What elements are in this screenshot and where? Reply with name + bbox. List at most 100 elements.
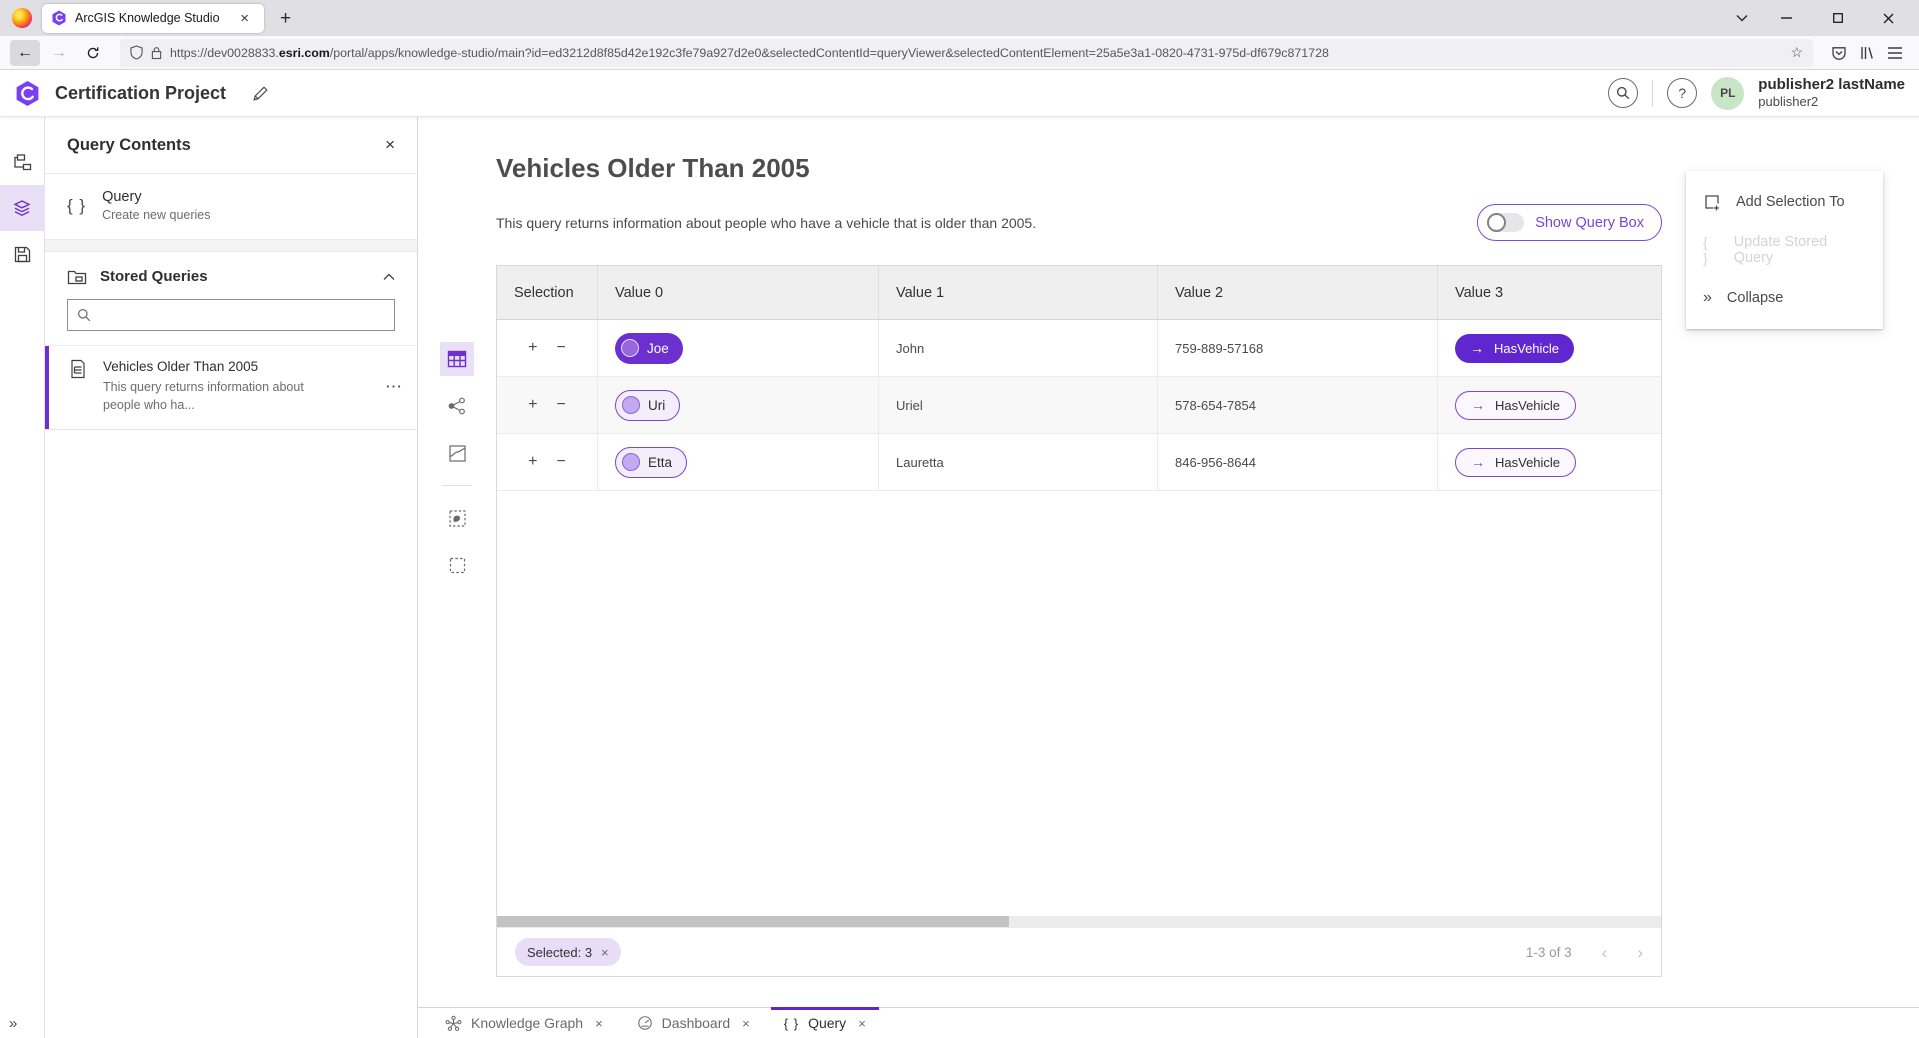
search-button[interactable]	[1608, 78, 1638, 108]
add-selection-icon[interactable]: +	[528, 340, 537, 356]
braces-icon: { }	[67, 196, 86, 216]
cell-value1: Lauretta	[879, 434, 1158, 490]
rail-item-data-model[interactable]	[0, 139, 45, 185]
selection-frame-button[interactable]	[440, 548, 474, 582]
main-content: Vehicles Older Than 2005 This query retu…	[418, 117, 1919, 1038]
tab-knowledge-graph[interactable]: Knowledge Graph ×	[428, 1008, 620, 1038]
menu-hamburger-icon[interactable]	[1887, 46, 1903, 60]
list-tabs-chevron-icon[interactable]	[1726, 5, 1758, 31]
menu-item-add-selection-to[interactable]: Add Selection To	[1686, 178, 1883, 226]
new-tab-button[interactable]: +	[274, 7, 297, 30]
table-icon	[447, 349, 467, 369]
section-divider	[45, 239, 417, 252]
column-header-selection: Selection	[497, 266, 598, 319]
chevron-up-icon[interactable]	[383, 273, 395, 281]
entity-pill[interactable]: Joe	[615, 333, 683, 364]
tab-close-icon[interactable]: ×	[742, 1016, 750, 1031]
rail-item-save[interactable]	[0, 231, 45, 277]
browser-tab[interactable]: ArcGIS Knowledge Studio ×	[42, 4, 264, 33]
map-view-button[interactable]	[440, 436, 474, 470]
lock-icon[interactable]	[151, 46, 162, 60]
pocket-icon[interactable]	[1831, 45, 1847, 61]
window-maximize-button[interactable]	[1815, 3, 1860, 33]
user-info[interactable]: publisher2 lastName publisher2	[1758, 76, 1905, 111]
entity-pill[interactable]: Etta	[615, 447, 687, 478]
dashed-square-icon	[448, 556, 467, 575]
link-chart-view-button[interactable]	[440, 389, 474, 423]
entity-pill[interactable]: Uri	[615, 390, 680, 421]
relationship-pill[interactable]: → HasVehicle	[1455, 391, 1576, 420]
document-tab-bar: Knowledge Graph × Dashboard × { } Query …	[418, 1007, 1919, 1038]
browser-tab-strip: ArcGIS Knowledge Studio × +	[0, 0, 1919, 36]
stored-query-doc-icon	[68, 359, 88, 379]
scrollbar-thumb[interactable]	[497, 916, 1009, 927]
tab-close-icon[interactable]: ×	[234, 9, 255, 28]
menu-label: Update Stored Query	[1734, 234, 1866, 266]
remove-selection-icon[interactable]: −	[557, 454, 566, 470]
window-close-button[interactable]	[1866, 3, 1911, 33]
table-view-button[interactable]	[440, 342, 474, 376]
menu-item-collapse[interactable]: » Collapse	[1686, 274, 1883, 322]
entity-dot-icon	[621, 339, 639, 357]
remove-selection-icon[interactable]: −	[557, 340, 566, 356]
edit-title-pencil-icon[interactable]	[252, 85, 269, 102]
entity-label: Etta	[648, 455, 672, 470]
forward-button[interactable]: →	[44, 40, 74, 66]
query-description: This query returns information about peo…	[496, 215, 1477, 231]
relationship-pill[interactable]: → HasVehicle	[1455, 448, 1576, 477]
arrow-right-icon: →	[1470, 341, 1484, 355]
add-selection-icon[interactable]: +	[528, 397, 537, 413]
add-to-map-button[interactable]	[440, 501, 474, 535]
tab-dashboard[interactable]: Dashboard ×	[620, 1008, 767, 1038]
next-page-icon[interactable]: ›	[1637, 944, 1643, 961]
show-query-box-label: Show Query Box	[1535, 215, 1644, 231]
pagination-label: 1-3 of 3	[1526, 945, 1572, 960]
stored-queries-header[interactable]: Stored Queries	[45, 252, 417, 295]
expand-panel-button[interactable]: »	[9, 1015, 17, 1032]
reload-button[interactable]	[78, 40, 108, 66]
clear-selection-icon[interactable]: ×	[601, 945, 609, 960]
previous-page-icon[interactable]: ‹	[1602, 944, 1608, 961]
show-query-box-toggle[interactable]: Show Query Box	[1477, 204, 1662, 241]
relationship-pill[interactable]: → HasVehicle	[1455, 334, 1574, 363]
tab-close-icon[interactable]: ×	[595, 1016, 603, 1031]
braces-icon: { }	[784, 1016, 799, 1031]
tab-label: Dashboard	[662, 1015, 731, 1031]
stored-queries-search[interactable]	[67, 299, 395, 331]
help-button[interactable]: ?	[1667, 78, 1697, 108]
search-input[interactable]	[99, 308, 385, 323]
query-item[interactable]: { } Query Create new queries	[45, 174, 417, 239]
bookmark-star-icon[interactable]: ☆	[1790, 44, 1803, 61]
library-icon[interactable]	[1859, 45, 1875, 61]
tab-label: Query	[808, 1015, 846, 1031]
tab-query[interactable]: { } Query ×	[767, 1008, 883, 1038]
braces-icon: { }	[1703, 234, 1719, 266]
tracking-shield-icon[interactable]	[130, 45, 143, 60]
horizontal-scrollbar[interactable]	[497, 916, 1661, 927]
toolbar-divider	[442, 485, 472, 486]
tab-label: Knowledge Graph	[471, 1015, 583, 1031]
url-bar[interactable]: https://dev0028833.esri.com/portal/apps/…	[120, 39, 1813, 67]
firefox-logo-icon[interactable]	[12, 8, 32, 28]
folder-icon	[67, 268, 87, 285]
back-button[interactable]: ←	[10, 40, 40, 66]
query-results-table: Selection Value 0 Value 1 Value 2 Value …	[496, 265, 1662, 977]
menu-item-update-stored-query[interactable]: { } Update Stored Query	[1686, 226, 1883, 274]
remove-selection-icon[interactable]: −	[557, 397, 566, 413]
window-minimize-button[interactable]	[1764, 3, 1809, 33]
entity-dot-icon	[622, 396, 640, 414]
header-divider	[1652, 80, 1653, 106]
selected-count-chip[interactable]: Selected: 3 ×	[515, 938, 621, 966]
add-selection-icon[interactable]: +	[528, 454, 537, 470]
table-row: + − Uri Uriel 578-654-7854 →	[497, 377, 1661, 434]
query-item-title: Query	[102, 189, 210, 205]
cell-value1: John	[879, 320, 1158, 376]
panel-close-icon[interactable]: ×	[385, 135, 395, 155]
stored-query-more-icon[interactable]: ⋯	[385, 377, 403, 397]
user-avatar[interactable]: PL	[1711, 77, 1744, 110]
rail-item-contents[interactable]	[0, 185, 45, 231]
stored-query-item[interactable]: Vehicles Older Than 2005 This query retu…	[45, 345, 417, 430]
table-header-row: Selection Value 0 Value 1 Value 2 Value …	[497, 266, 1661, 320]
toggle-switch[interactable]	[1487, 213, 1524, 232]
tab-close-icon[interactable]: ×	[858, 1016, 866, 1031]
